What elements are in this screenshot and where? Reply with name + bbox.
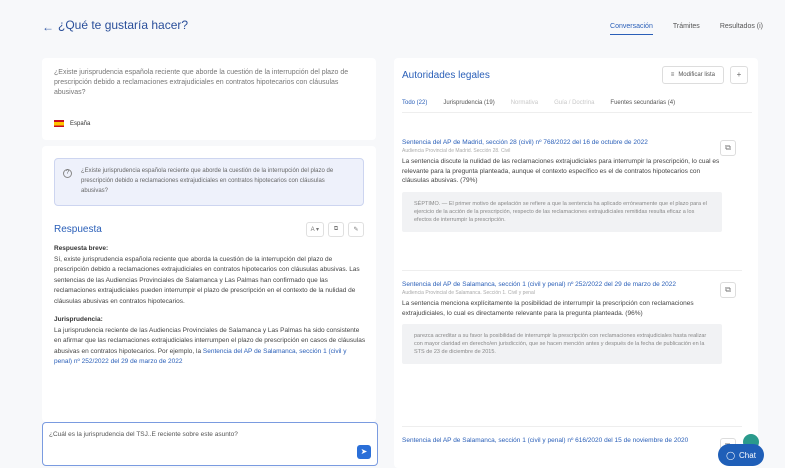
- answer-actions: A ▾ ⧉ ✎: [305, 222, 364, 237]
- result-item[interactable]: Sentencia del AP de Salamanca, sección 1…: [402, 436, 740, 454]
- chat-label: Chat: [739, 450, 756, 460]
- chat-input[interactable]: ¿Cuál es la jurisprudencia del TSJ..E re…: [42, 422, 378, 466]
- result-court: Audiencia Provincial de Madrid. Sección …: [402, 148, 511, 154]
- tab-guia-doctrina[interactable]: Guía / Doctrina: [554, 100, 594, 106]
- question-icon: ?: [63, 169, 72, 178]
- result-item[interactable]: Sentencia del AP de Salamanca, sección 1…: [402, 280, 740, 364]
- language-label: España: [70, 120, 91, 127]
- short-answer-text: Sí, existe jurisprudencia española recie…: [54, 255, 360, 305]
- top-tabs: Conversación Trámites Resultados (i): [610, 23, 763, 35]
- tab-tramites[interactable]: Trámites: [673, 23, 700, 35]
- language-selector[interactable]: España: [54, 120, 90, 127]
- top-bar: ← ¿Qué te gustaría hacer? Conversación T…: [0, 0, 785, 50]
- chat-button[interactable]: ◯ Chat: [718, 444, 764, 466]
- result-quote: SÉPTIMO. — El primer motivo de apelación…: [402, 191, 722, 232]
- query-card: ¿Existe jurisprudencia española reciente…: [42, 58, 376, 140]
- chat-input-placeholder: ¿Cuál es la jurisprudencia del TSJ..E re…: [49, 431, 238, 438]
- divider: [402, 270, 742, 271]
- tab-todo[interactable]: Todo (22): [402, 100, 427, 106]
- result-text: La sentencia menciona explícitamente la …: [402, 300, 694, 317]
- tab-fuentes-secundarias[interactable]: Fuentes secundarias (4): [610, 100, 675, 106]
- chat-bubble-icon: ◯: [726, 450, 736, 460]
- answer-title: Respuesta: [54, 224, 102, 235]
- answer-panel: ? ¿Existe jurisprudencia española recien…: [42, 146, 376, 422]
- arrow-left-icon[interactable]: ←: [42, 20, 54, 34]
- edit-button[interactable]: ✎: [348, 222, 364, 237]
- legal-title: Autoridades legales: [402, 70, 490, 81]
- modify-list-button[interactable]: ≡ Modificar lista: [661, 66, 724, 84]
- legal-tabs: Todo (22) Jurisprudencia (19) Normativa …: [402, 100, 752, 113]
- query-text: ¿Existe jurisprudencia española reciente…: [54, 69, 349, 96]
- tab-conversacion[interactable]: Conversación: [610, 23, 653, 35]
- result-title[interactable]: Sentencia del AP de Madrid, sección 28 (…: [402, 138, 712, 147]
- add-button[interactable]: +: [730, 66, 748, 84]
- copy-icon[interactable]: ⧉: [720, 282, 736, 298]
- question-text: ¿Existe jurisprudencia española reciente…: [81, 168, 334, 194]
- short-answer-heading: Respuesta breve:: [54, 245, 109, 252]
- result-court: Audiencia Provincial de Salamanca. Secci…: [402, 290, 535, 296]
- tab-resultados[interactable]: Resultados (i): [720, 23, 763, 35]
- page-title: ¿Qué te gustaría hacer?: [58, 18, 189, 32]
- question-box: ? ¿Existe jurisprudencia española recien…: [54, 158, 364, 206]
- list-icon: ≡: [670, 72, 675, 78]
- result-title[interactable]: Sentencia del AP de Salamanca, sección 1…: [402, 280, 712, 289]
- legal-authorities-panel: Autoridades legales ≡ Modificar lista + …: [394, 58, 758, 468]
- result-item[interactable]: Sentencia del AP de Madrid, sección 28 (…: [402, 138, 740, 232]
- copy-button[interactable]: ⧉: [328, 222, 344, 237]
- answer-body: Respuesta breve: Sí, existe jurisprudenc…: [54, 244, 366, 368]
- divider: [402, 426, 742, 427]
- tab-jurisprudencia[interactable]: Jurisprudencia (19): [443, 100, 494, 106]
- result-quote: parezca acreditar a su favor la posibili…: [402, 324, 722, 364]
- send-arrow-icon[interactable]: ➤: [357, 445, 371, 459]
- font-size-button[interactable]: A ▾: [305, 222, 324, 237]
- tab-normativa[interactable]: Normativa: [511, 100, 538, 106]
- copy-icon[interactable]: ⧉: [720, 140, 736, 156]
- spain-flag-icon: [54, 120, 64, 127]
- modify-list-label: Modificar lista: [678, 72, 715, 78]
- result-text: La sentencia discute la nulidad de las r…: [402, 158, 720, 184]
- jurisprudence-heading: Jurisprudencia:: [54, 316, 103, 323]
- result-title[interactable]: Sentencia del AP de Salamanca, sección 1…: [402, 436, 712, 445]
